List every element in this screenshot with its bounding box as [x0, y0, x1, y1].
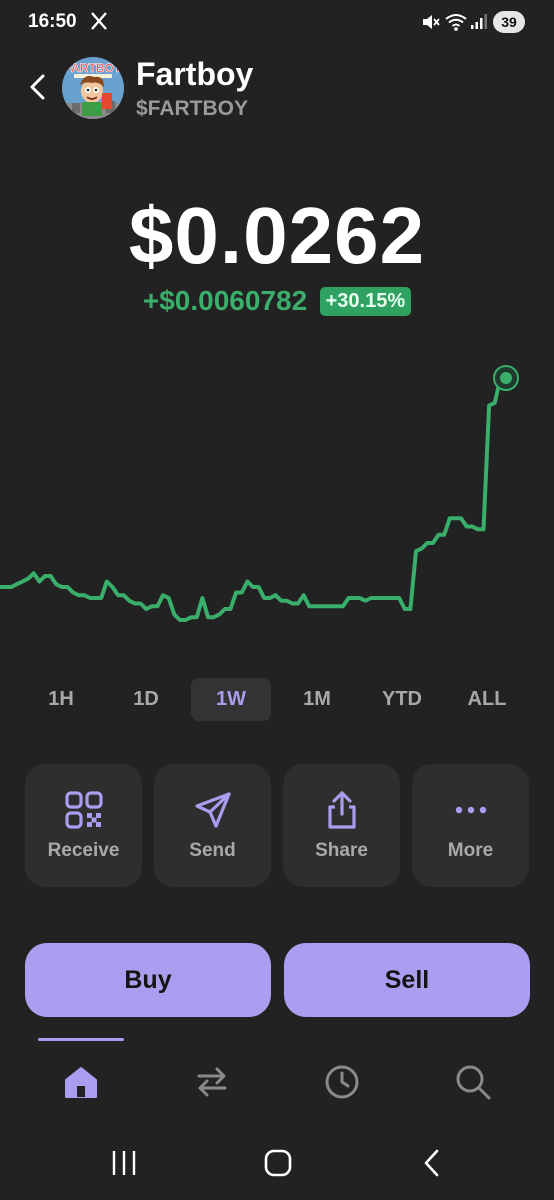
qr-code-icon — [65, 791, 103, 829]
home-nav-icon[interactable] — [262, 1145, 294, 1181]
status-time: 16:50 — [28, 11, 77, 32]
current-price-marker — [500, 372, 512, 384]
status-bar: 16:50 39 — [0, 0, 554, 44]
range-1d-button[interactable]: 1D — [106, 678, 186, 721]
send-label: Send — [189, 840, 236, 861]
range-ytd-button[interactable]: YTD — [362, 678, 442, 721]
fartboy-logo-icon: FARTBOY — [62, 57, 124, 119]
back-icon[interactable] — [26, 72, 48, 102]
range-1h-button[interactable]: 1H — [21, 678, 101, 721]
system-navigation-bar — [0, 1145, 554, 1185]
share-button[interactable]: Share — [283, 764, 400, 887]
price-change-percent-badge: +30.15% — [319, 286, 412, 316]
token-header: FARTBOY Fartboy $FARTBOY — [0, 52, 554, 122]
x-logo-icon — [91, 12, 107, 30]
send-icon — [195, 792, 231, 828]
range-all-button[interactable]: ALL — [447, 678, 527, 721]
active-tab-indicator — [38, 1038, 124, 1041]
signal-icon — [471, 14, 487, 29]
buy-button[interactable]: Buy — [25, 943, 271, 1017]
receive-button[interactable]: Receive — [25, 764, 142, 887]
home-icon[interactable] — [61, 1062, 101, 1102]
search-icon[interactable] — [453, 1062, 493, 1102]
action-row: Receive Send Share More — [25, 764, 529, 888]
send-button[interactable]: Send — [154, 764, 271, 887]
battery-indicator: 39 — [493, 11, 525, 33]
more-icon — [455, 806, 487, 814]
share-label: Share — [315, 840, 368, 861]
time-range-selector: 1H 1D 1W 1M YTD ALL — [21, 678, 533, 722]
more-button[interactable]: More — [412, 764, 529, 887]
price-change-row: +$0.0060782 +30.15% — [0, 285, 554, 317]
mute-icon — [423, 15, 440, 29]
token-price: $0.0262 — [128, 191, 426, 280]
back-nav-icon[interactable] — [418, 1145, 446, 1181]
range-1w-button[interactable]: 1W — [191, 678, 271, 721]
price-change-amount: +$0.0060782 — [142, 285, 308, 316]
token-avatar: FARTBOY — [62, 57, 124, 119]
recent-apps-icon[interactable] — [110, 1145, 138, 1181]
price-line — [0, 376, 506, 622]
price-chart[interactable] — [0, 350, 554, 650]
token-symbol: $FARTBOY — [136, 97, 249, 120]
swap-icon[interactable] — [192, 1062, 232, 1102]
token-name: Fartboy — [136, 56, 254, 92]
range-1m-button[interactable]: 1M — [277, 678, 357, 721]
wifi-icon — [445, 14, 467, 31]
share-icon — [328, 791, 356, 829]
more-label: More — [447, 840, 494, 861]
sell-button[interactable]: Sell — [284, 943, 530, 1017]
logo-text: FARTBOY — [64, 61, 121, 75]
history-icon[interactable] — [322, 1062, 362, 1102]
receive-label: Receive — [47, 840, 120, 861]
